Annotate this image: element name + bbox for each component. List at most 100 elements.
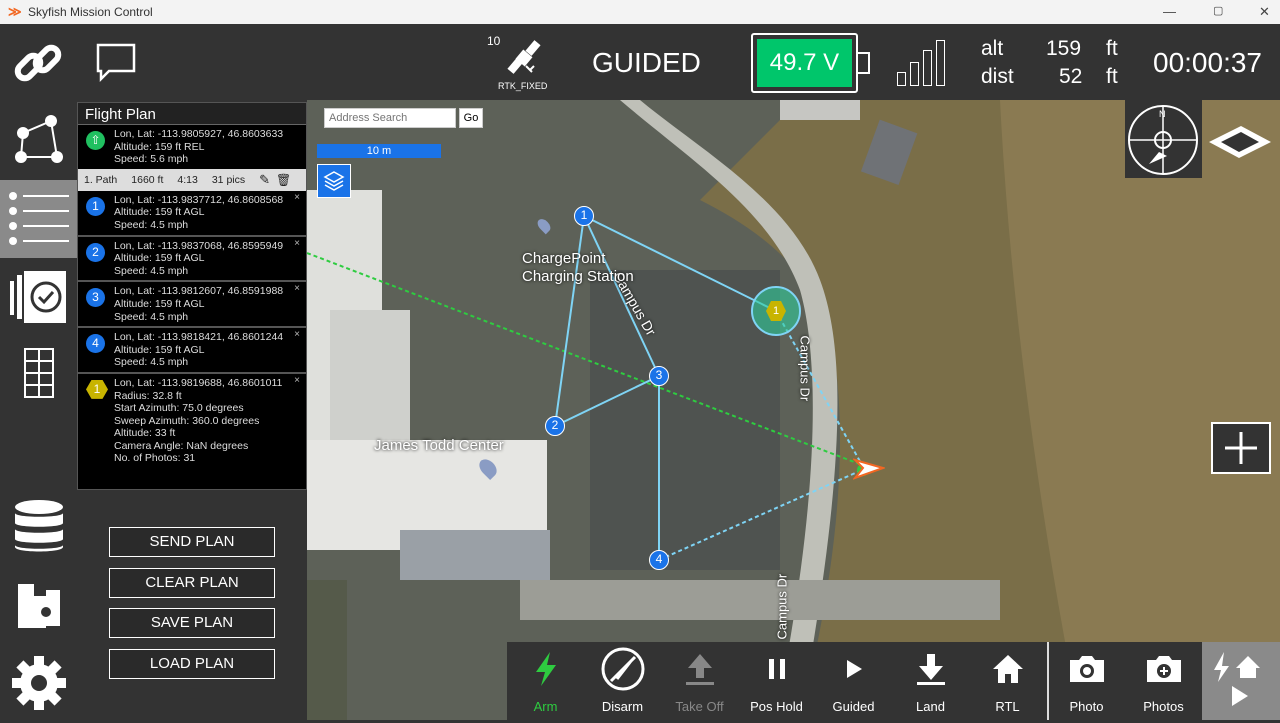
- waypoint-badge: 4: [86, 334, 105, 354]
- status-bar: 10 RTK_FIXED GUIDED 49.7 V alt 159 ft di…: [0, 24, 1280, 102]
- satellite-count: 10: [487, 34, 501, 48]
- pos-hold-label: Pos Hold: [750, 699, 803, 714]
- edit-icon[interactable]: ✎: [259, 172, 270, 188]
- search-go-button[interactable]: Go: [459, 108, 483, 128]
- coords: Lon, Lat: -113.9812607, 46.8591988: [114, 285, 284, 298]
- close-window-button[interactable]: ✕: [1259, 4, 1270, 20]
- link-icon[interactable]: [12, 38, 64, 90]
- add-button[interactable]: [1211, 422, 1271, 474]
- maximize-button[interactable]: ▢: [1213, 4, 1223, 17]
- start-azimuth: Start Azimuth: 75.0 degrees: [114, 402, 244, 415]
- send-plan-button[interactable]: SEND PLAN: [109, 527, 275, 557]
- quick-actions-button[interactable]: [1202, 642, 1280, 720]
- map-waypoint-4[interactable]: 4: [649, 550, 669, 570]
- home-icon: [992, 655, 1023, 683]
- satellite-icon: [507, 40, 541, 74]
- map-view[interactable]: Campus Dr Campus Dr Campus Dr ChargePoin…: [307, 100, 1280, 720]
- speed: Speed: 4.5 mph: [114, 218, 189, 231]
- message-icon[interactable]: [95, 42, 137, 84]
- drone-position-icon: [853, 458, 885, 480]
- map-3d-view-icon[interactable]: [1207, 120, 1273, 160]
- sidebar-item-database[interactable]: [0, 488, 77, 566]
- remove-waypoint-icon[interactable]: ×: [294, 329, 300, 342]
- play-icon: [846, 660, 862, 678]
- app-logo-icon: ≫: [8, 4, 22, 19]
- disarm-button[interactable]: Disarm: [584, 642, 661, 720]
- waypoint-item[interactable]: 1 × Lon, Lat: -113.9837712, 46.8608568 Alti…: [78, 191, 306, 237]
- trash-icon[interactable]: 🗑: [276, 173, 291, 187]
- battery-terminal: [858, 52, 870, 74]
- minimize-button[interactable]: —: [1163, 4, 1176, 19]
- battery-voltage: 49.7 V: [757, 39, 852, 87]
- arm-button[interactable]: Arm: [507, 642, 584, 720]
- remove-waypoint-icon[interactable]: ×: [294, 283, 300, 296]
- altitude: Altitude: 159 ft AGL: [114, 343, 205, 356]
- coords: Lon, Lat: -113.9805927, 46.8603633: [114, 128, 284, 140]
- alt-label: alt: [981, 37, 1004, 60]
- map-layers-button[interactable]: [317, 164, 351, 198]
- rtl-label: RTL: [995, 699, 1020, 714]
- disarm-icon: [601, 647, 644, 691]
- path-row[interactable]: 1. Path 1660 ft 4:13 31 pics ✎ 🗑: [78, 168, 306, 191]
- photo-button[interactable]: Photo: [1048, 642, 1125, 720]
- sidebar-item-camera-settings[interactable]: [0, 566, 77, 644]
- map-waypoint-3[interactable]: 3: [649, 366, 669, 386]
- orbit-item[interactable]: 1 × Lon, Lat: -113.9819688, 46.8601011 Ra…: [78, 374, 306, 468]
- path-pics: 31 pics: [211, 173, 246, 186]
- camera-icon: [1069, 656, 1104, 682]
- waypoint-badge: 2: [86, 242, 105, 262]
- takeoff-item[interactable]: ⇧ Lon, Lat: -113.9805927, 46.8603633 Alt…: [78, 125, 306, 169]
- save-plan-button[interactable]: SAVE PLAN: [109, 608, 275, 638]
- altitude: Altitude: 159 ft AGL: [114, 252, 205, 265]
- database-icon: [14, 500, 63, 552]
- poi-label[interactable]: ChargePoint Charging Station: [522, 250, 634, 286]
- poi-label[interactable]: James Todd Center: [374, 437, 504, 454]
- takeoff-button[interactable]: Take Off: [661, 642, 738, 720]
- waypoint-item[interactable]: 4 × Lon, Lat: -113.9818421, 46.8601244 Alti…: [78, 328, 306, 374]
- photos-button[interactable]: Photos: [1125, 642, 1202, 720]
- remove-waypoint-icon[interactable]: ×: [294, 192, 300, 205]
- guided-label: Guided: [832, 699, 875, 714]
- pos-hold-button[interactable]: Pos Hold: [738, 642, 815, 720]
- clear-plan-button[interactable]: CLEAR PLAN: [109, 568, 275, 598]
- disarm-label: Disarm: [601, 699, 644, 714]
- speed: Speed: 4.5 mph: [114, 356, 189, 369]
- street-label: Campus Dr: [774, 573, 790, 640]
- land-button[interactable]: Land: [892, 642, 969, 720]
- photo-count: No. of Photos: 31: [114, 452, 196, 465]
- camera-angle: Camera Angle: NaN degrees: [114, 439, 249, 452]
- address-search-input[interactable]: [324, 108, 456, 128]
- sidebar-item-path[interactable]: [0, 100, 77, 178]
- guided-button[interactable]: Guided: [815, 642, 892, 720]
- altitude: Altitude: 159 ft REL: [114, 140, 205, 153]
- map-waypoint-2[interactable]: 2: [545, 416, 565, 436]
- sidebar-item-settings[interactable]: [0, 644, 77, 722]
- waypoint-item[interactable]: 2 × Lon, Lat: -113.9837068, 46.8595949 Alti…: [78, 237, 306, 283]
- waypoint-badge: 1: [86, 196, 105, 216]
- remove-orbit-icon[interactable]: ×: [294, 375, 300, 388]
- speed: Speed: 4.5 mph: [114, 310, 189, 323]
- quick-actions-icon: [1214, 652, 1260, 706]
- flight-plan-title: Flight Plan: [78, 103, 306, 125]
- satellite-map[interactable]: [307, 100, 1280, 720]
- path-nodes-icon: [14, 115, 63, 163]
- load-plan-button[interactable]: LOAD PLAN: [109, 649, 275, 679]
- waypoint-item[interactable]: 3 × Lon, Lat: -113.9812607, 46.8591988 Alti…: [78, 282, 306, 329]
- map-waypoint-1[interactable]: 1: [574, 206, 594, 226]
- radius: Radius: 32.8 ft: [114, 389, 182, 402]
- signal-strength-icon: [897, 38, 947, 86]
- path-time: 4:13: [177, 173, 198, 186]
- sidebar-item-checklist[interactable]: [0, 258, 77, 336]
- checklist-icon: [9, 271, 66, 323]
- sidebar-item-grid[interactable]: [0, 334, 77, 412]
- alt-value: 159: [1046, 37, 1082, 60]
- remove-waypoint-icon[interactable]: ×: [294, 238, 300, 251]
- battery-indicator: 49.7 V: [751, 33, 858, 93]
- flight-plan-panel: Flight Plan ⇧ Lon, Lat: -113.9805927, 46…: [77, 102, 307, 490]
- sidebar-item-flight-plan[interactable]: [0, 180, 77, 258]
- layers-icon: [323, 171, 345, 191]
- photos-label: Photos: [1143, 699, 1184, 714]
- waypoint-badge: 3: [86, 288, 105, 308]
- path-length: 1660 ft: [131, 173, 164, 186]
- rtl-button[interactable]: RTL: [969, 642, 1046, 720]
